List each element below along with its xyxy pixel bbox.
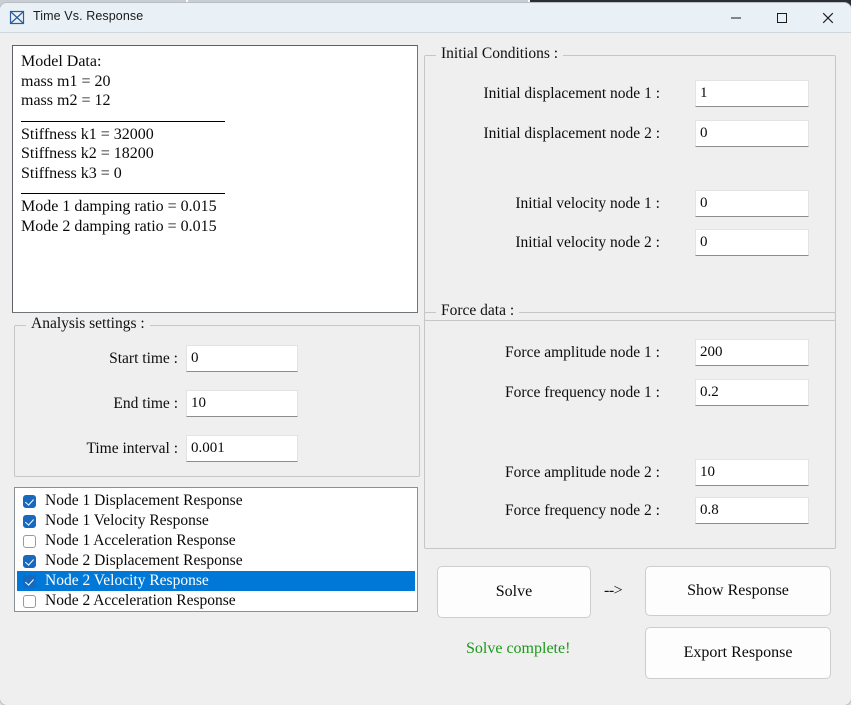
force-frequency-node-2-label: Force frequency node 2 : — [505, 502, 660, 519]
list-item[interactable]: Node 2 Displacement Response — [17, 551, 415, 571]
list-item-label: Node 1 Velocity Response — [45, 512, 209, 529]
initial-conditions-title: Initial Conditions : — [436, 45, 564, 63]
show-response-button[interactable]: Show Response — [645, 566, 831, 616]
export-response-button[interactable]: Export Response — [645, 627, 831, 679]
model-data-line: Mode 1 damping ratio = 0.015 — [21, 198, 217, 215]
list-item-label: Node 1 Displacement Response — [45, 492, 243, 509]
analysis-settings-title: Analysis settings : — [26, 315, 150, 333]
model-data-divider — [21, 193, 225, 194]
list-item-label: Node 2 Velocity Response — [45, 572, 209, 589]
plot-window-icon — [9, 9, 26, 26]
close-icon — [822, 12, 834, 23]
initial-velocity-node-2-input[interactable] — [695, 229, 809, 256]
initial-velocity-node-2-label: Initial velocity node 2 : — [515, 234, 660, 251]
app-window: Time Vs. Response Model Data: mass m1 = … — [0, 3, 851, 705]
checkbox-checked-icon[interactable] — [23, 554, 36, 568]
solve-button[interactable]: Solve — [437, 566, 591, 618]
model-data-line: Mode 2 damping ratio = 0.015 — [21, 217, 217, 235]
force-frequency-node-1-input[interactable] — [695, 379, 809, 406]
initial-velocity-node-1-input[interactable] — [695, 190, 809, 217]
model-data-line: Model Data: — [21, 53, 102, 70]
checkbox-unchecked-icon[interactable] — [23, 534, 36, 548]
initial-displacement-node-2-input[interactable] — [695, 120, 809, 147]
window-title: Time Vs. Response — [33, 9, 144, 23]
list-item[interactable]: Node 1 Displacement Response — [17, 491, 415, 511]
checkbox-checked-icon[interactable] — [23, 514, 36, 528]
force-frequency-node-2-input[interactable] — [695, 497, 809, 524]
force-amplitude-node-1-label: Force amplitude node 1 : — [505, 344, 660, 361]
content-area: Model Data: mass m1 = 20 mass m2 = 12 St… — [0, 33, 851, 705]
initial-velocity-node-1-label: Initial velocity node 1 : — [515, 195, 660, 212]
list-item-label: Node 1 Acceleration Response — [45, 532, 236, 549]
model-data-divider — [21, 120, 225, 122]
checkbox-unchecked-icon[interactable] — [23, 594, 36, 608]
list-item[interactable]: Node 1 Acceleration Response — [17, 531, 415, 551]
model-data-line: mass m1 = 20 — [21, 72, 111, 90]
initial-displacement-node-1-label: Initial displacement node 1 : — [483, 85, 660, 102]
time-interval-label: Time interval : — [86, 440, 178, 457]
minimize-icon — [731, 17, 741, 18]
end-time-input[interactable] — [186, 390, 298, 417]
model-data-textbox[interactable]: Model Data: mass m1 = 20 mass m2 = 12 St… — [12, 45, 418, 313]
checkbox-checked-icon[interactable] — [23, 494, 36, 508]
title-bar: Time Vs. Response — [0, 3, 851, 33]
model-data-line: mass m2 = 12 — [21, 92, 111, 109]
list-item[interactable]: Node 1 Velocity Response — [17, 511, 415, 531]
start-time-input[interactable] — [186, 345, 298, 372]
model-data-line: Stiffness k1 = 32000 — [21, 125, 154, 143]
force-amplitude-node-1-input[interactable] — [695, 339, 809, 366]
maximize-icon — [777, 12, 787, 23]
list-item-label: Node 2 Displacement Response — [45, 552, 243, 569]
status-message: Solve complete! — [466, 640, 571, 657]
time-interval-input[interactable] — [186, 435, 298, 462]
close-button[interactable] — [805, 3, 851, 32]
end-time-label: End time : — [113, 395, 178, 412]
list-item-selected[interactable]: Node 2 Velocity Response — [17, 571, 415, 591]
initial-displacement-node-2-label: Initial displacement node 2 : — [483, 125, 660, 142]
force-amplitude-node-2-input[interactable] — [695, 459, 809, 486]
checkbox-checked-icon[interactable] — [23, 574, 36, 588]
minimize-button[interactable] — [713, 3, 759, 32]
response-selection-list[interactable]: Node 1 Displacement Response Node 1 Velo… — [14, 487, 418, 612]
force-data-title: Force data : — [436, 302, 520, 320]
maximize-button[interactable] — [759, 3, 805, 32]
force-frequency-node-1-label: Force frequency node 1 : — [505, 384, 660, 401]
model-data-line: Stiffness k2 = 18200 — [21, 145, 154, 162]
list-item[interactable]: Node 2 Acceleration Response — [17, 591, 415, 611]
model-data-line: Stiffness k3 = 0 — [21, 164, 122, 182]
start-time-label: Start time : — [109, 350, 178, 367]
list-item-label: Node 2 Acceleration Response — [45, 592, 236, 609]
arrow-indicator: --> — [604, 582, 623, 599]
force-amplitude-node-2-label: Force amplitude node 2 : — [505, 464, 660, 481]
initial-displacement-node-1-input[interactable] — [695, 80, 809, 107]
